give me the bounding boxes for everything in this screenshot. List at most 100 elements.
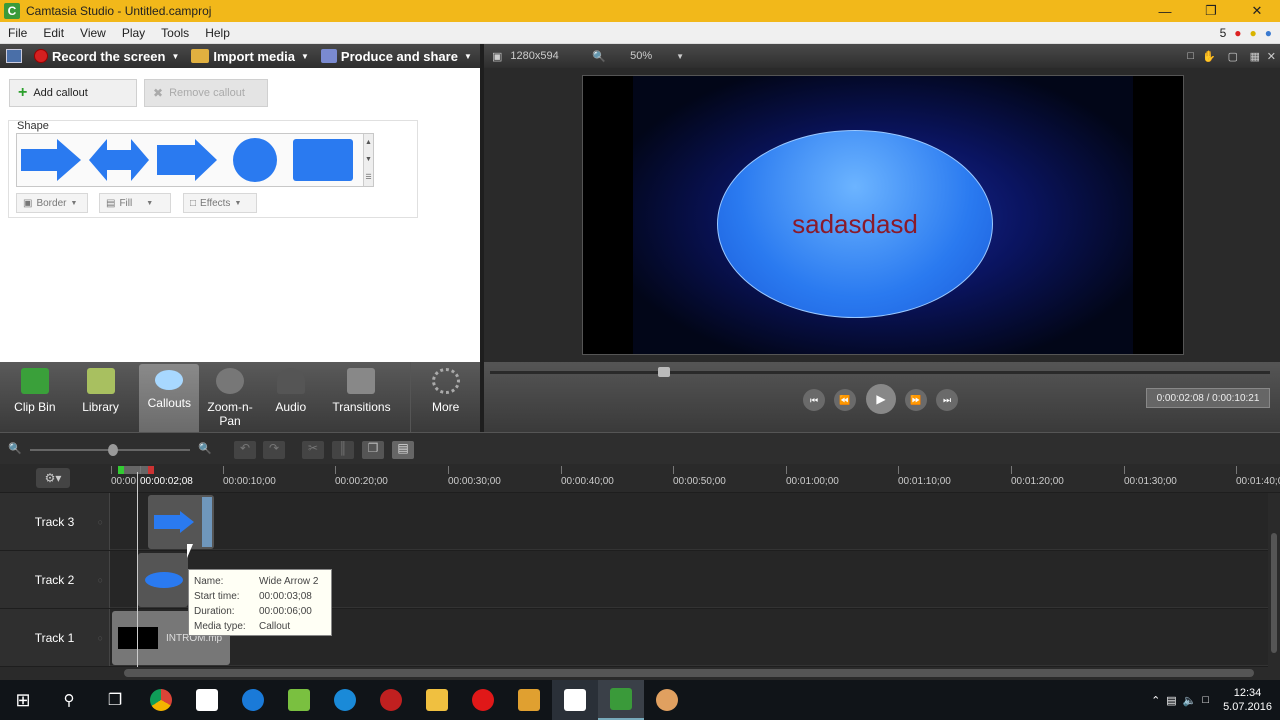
shape-ellipse[interactable]	[224, 137, 286, 183]
ellipse-callout[interactable]: sadasdasd	[717, 130, 993, 318]
selection-end-marker[interactable]	[148, 466, 154, 474]
save-button[interactable]	[0, 49, 28, 63]
taskbar-camtasia-studio[interactable]	[598, 680, 644, 720]
start-button[interactable]: ⊞	[0, 680, 46, 720]
playhead-line[interactable]	[137, 472, 138, 668]
shape-arrow-double[interactable]	[88, 137, 150, 183]
callout-clip-ellipse[interactable]	[138, 553, 188, 607]
menu-edit[interactable]: Edit	[35, 26, 72, 40]
zoom-in-icon[interactable]: 🔍	[198, 442, 212, 455]
globe-icon[interactable]: ●	[1265, 26, 1272, 40]
playhead-knob[interactable]	[658, 367, 670, 377]
volume-icon[interactable]: 🔈	[1183, 694, 1197, 707]
copy-button[interactable]: ❐	[362, 441, 384, 459]
zoom-search-icon[interactable]: 🔍	[592, 50, 606, 63]
timeline-vertical-scrollbar[interactable]	[1268, 493, 1280, 667]
taskbar-media[interactable]	[506, 680, 552, 720]
detach-icon[interactable]: ▦	[1250, 50, 1260, 63]
fullscreen-icon[interactable]: ▢	[1228, 50, 1238, 63]
shape-arrow-right[interactable]	[20, 137, 82, 183]
track-header[interactable]: Track 2 ○	[0, 551, 110, 608]
menu-tools[interactable]: Tools	[153, 26, 197, 40]
fast-forward-button[interactable]: ⏩	[905, 389, 927, 411]
menu-file[interactable]: File	[0, 26, 35, 40]
split-button[interactable]: ║	[332, 441, 354, 459]
taskbar-file-explorer[interactable]	[414, 680, 460, 720]
effects-button[interactable]: □ Effects ▼	[183, 193, 257, 213]
lock-icon[interactable]: ○	[98, 633, 103, 643]
produce-share-button[interactable]: Produce and share ▼	[315, 49, 478, 64]
tab-more[interactable]: More	[410, 362, 480, 432]
notifications-icon[interactable]: □	[1202, 694, 1209, 706]
taskbar-chrome[interactable]	[138, 680, 184, 720]
selection-start-marker[interactable]	[118, 466, 124, 474]
callout-text[interactable]: sadasdasd	[792, 209, 918, 240]
taskbar-opera[interactable]	[460, 680, 506, 720]
timeline-settings-button[interactable]: ⚙▾	[36, 468, 70, 488]
scrub-bar[interactable]	[490, 367, 1270, 377]
close-button[interactable]: ✕	[1234, 0, 1280, 22]
play-button[interactable]: ▶	[866, 384, 896, 414]
crop-icon[interactable]: □	[1187, 50, 1194, 62]
track-header[interactable]: Track 3 ○	[0, 493, 110, 550]
tab-transitions[interactable]: Transitions	[321, 362, 403, 432]
taskbar-clock[interactable]: 12:34 5.07.2016	[1223, 686, 1272, 714]
add-callout-button[interactable]: + Add callout	[9, 79, 137, 107]
paste-button[interactable]: ▤	[392, 441, 414, 459]
gallery-scroll[interactable]: ▲ ▼ ☰	[363, 134, 373, 186]
skip-back-button[interactable]: ⏮	[803, 389, 825, 411]
network-icon[interactable]: ▤	[1166, 694, 1176, 707]
zoom-slider-knob[interactable]	[108, 444, 118, 456]
timeline-horizontal-scrollbar[interactable]	[0, 667, 1280, 680]
taskbar-store[interactable]	[184, 680, 230, 720]
tips-lightbulb-icon[interactable]: ●	[1250, 26, 1257, 40]
redo-button[interactable]: ↷	[263, 441, 285, 459]
tab-callouts[interactable]: Callouts	[139, 364, 200, 434]
notification-icon[interactable]: ●	[1234, 26, 1241, 40]
minimize-button[interactable]: —	[1142, 0, 1188, 22]
restore-button[interactable]: ❐	[1188, 0, 1234, 22]
fill-button[interactable]: ▤ Fill ▼	[99, 193, 171, 213]
import-media-button[interactable]: Import media ▼	[185, 49, 315, 64]
menu-help[interactable]: Help	[197, 26, 238, 40]
dropdown-arrow-icon[interactable]: ▼	[676, 52, 684, 61]
border-button[interactable]: ▣ Border ▼	[16, 193, 88, 213]
taskbar-app-green[interactable]	[276, 680, 322, 720]
taskbar-app-orange[interactable]	[644, 680, 690, 720]
selection-range[interactable]	[118, 466, 154, 474]
clip-fade-handle[interactable]	[202, 497, 212, 547]
menu-play[interactable]: Play	[114, 26, 153, 40]
menu-view[interactable]: View	[72, 26, 114, 40]
shape-wide-arrow[interactable]	[156, 137, 218, 183]
pan-hand-icon[interactable]: ✋	[1202, 50, 1216, 63]
search-button[interactable]: ⚲	[46, 680, 92, 720]
rewind-button[interactable]: ⏪	[834, 389, 856, 411]
tab-zoom-n-pan[interactable]: Zoom-n- Pan	[199, 362, 261, 432]
skip-forward-button[interactable]: ⏭	[936, 389, 958, 411]
task-view-button[interactable]: ❐	[92, 680, 138, 720]
lock-icon[interactable]: ○	[98, 517, 103, 527]
cut-button[interactable]: ✂	[302, 441, 324, 459]
taskbar-app-red[interactable]	[368, 680, 414, 720]
timeline-ruler[interactable]: ⚙▾ 00:00 00:00:02;08 00:00:10;00 00:00:2…	[0, 464, 1280, 492]
undo-button[interactable]: ↶	[234, 441, 256, 459]
zoom-slider[interactable]	[30, 444, 190, 456]
tab-clip-bin[interactable]: Clip Bin	[0, 362, 70, 432]
taskbar-edge[interactable]	[230, 680, 276, 720]
tray-expand-icon[interactable]: ⌃	[1151, 694, 1160, 707]
canvas-size-icon[interactable]: ▣	[492, 50, 502, 63]
lock-icon[interactable]: ○	[98, 575, 103, 585]
record-screen-button[interactable]: Record the screen ▼	[28, 49, 185, 64]
scrollbar-thumb[interactable]	[124, 669, 1254, 677]
close-preview-icon[interactable]: ✕	[1267, 50, 1276, 63]
track-header[interactable]: Track 1 ○	[0, 609, 110, 666]
tab-library[interactable]: Library	[70, 362, 132, 432]
remove-callout-button[interactable]: ✖ Remove callout	[144, 79, 268, 107]
taskbar-app-blue[interactable]	[322, 680, 368, 720]
zoom-out-icon[interactable]: 🔍	[8, 442, 22, 455]
callout-clip-wide-arrow[interactable]	[148, 495, 214, 549]
canvas-dimensions[interactable]: 1280x594	[510, 50, 582, 62]
scrollbar-thumb[interactable]	[1271, 533, 1277, 653]
video-canvas[interactable]: sadasdasd	[582, 75, 1184, 355]
taskbar-camtasia-recorder[interactable]	[552, 680, 598, 720]
